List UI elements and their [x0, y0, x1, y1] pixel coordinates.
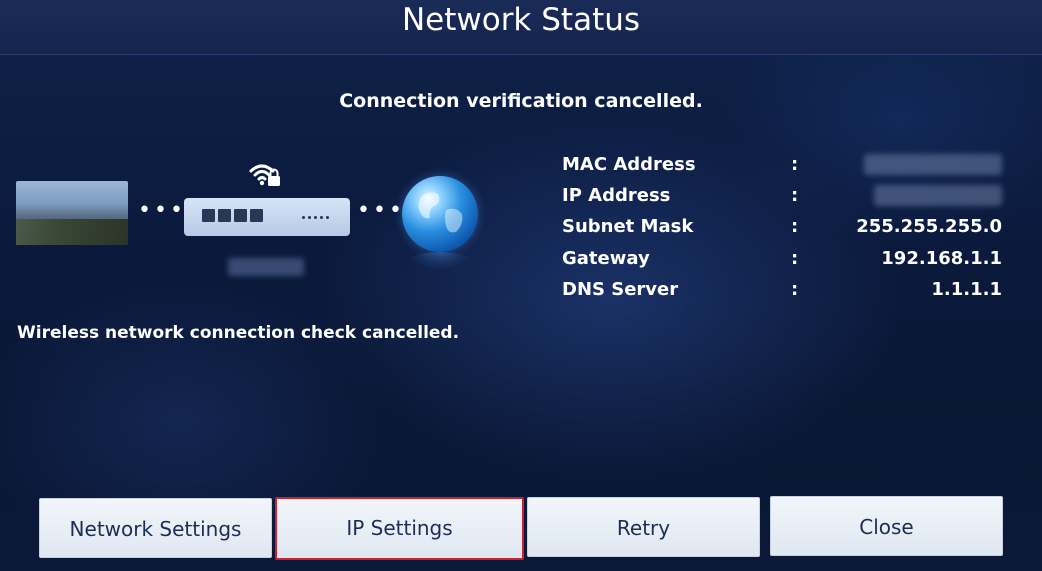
- info-row-ip: IP Address :: [562, 185, 1002, 213]
- router-icon: [184, 198, 350, 236]
- globe-reflection: [408, 252, 472, 270]
- info-separator: :: [791, 216, 799, 237]
- wifi-lock-icon: [249, 164, 280, 186]
- info-label: Gateway: [562, 248, 650, 269]
- info-row-dns: DNS Server : 1.1.1.1: [562, 279, 1002, 307]
- info-separator: :: [791, 279, 799, 300]
- tv-thumbnail-icon: [16, 181, 128, 245]
- info-label: DNS Server: [562, 279, 679, 300]
- connection-status-message: Connection verification cancelled.: [339, 90, 703, 112]
- retry-button[interactable]: Retry: [527, 497, 760, 557]
- dns-server-value: 1.1.1.1: [931, 279, 1002, 300]
- network-status-screen: Network Status Connection verification c…: [0, 0, 1042, 571]
- gateway-value: 192.168.1.1: [881, 248, 1002, 269]
- wireless-check-message: Wireless network connection check cancel…: [17, 323, 460, 343]
- ip-settings-button[interactable]: IP Settings: [275, 497, 524, 560]
- info-label: Subnet Mask: [562, 216, 694, 237]
- connector-dots-right: •••: [357, 198, 405, 223]
- mac-address-value-redacted: [864, 154, 1002, 175]
- close-button[interactable]: Close: [770, 496, 1003, 556]
- router-name-redacted: [228, 258, 304, 276]
- info-row-subnet: Subnet Mask : 255.255.255.0: [562, 216, 1002, 244]
- subnet-mask-value: 255.255.255.0: [856, 216, 1002, 237]
- info-row-gateway: Gateway : 192.168.1.1: [562, 248, 1002, 276]
- connector-dots-left: •••: [138, 198, 186, 223]
- network-settings-button[interactable]: Network Settings: [39, 498, 272, 558]
- ip-address-value-redacted: [874, 185, 1002, 206]
- info-label: MAC Address: [562, 154, 696, 175]
- info-label: IP Address: [562, 185, 671, 206]
- info-row-mac: MAC Address :: [562, 154, 1002, 182]
- info-separator: :: [791, 154, 799, 175]
- globe-icon: [402, 176, 478, 252]
- info-separator: :: [791, 185, 799, 206]
- dialog-title: Network Status: [401, 2, 641, 38]
- info-separator: :: [791, 248, 799, 269]
